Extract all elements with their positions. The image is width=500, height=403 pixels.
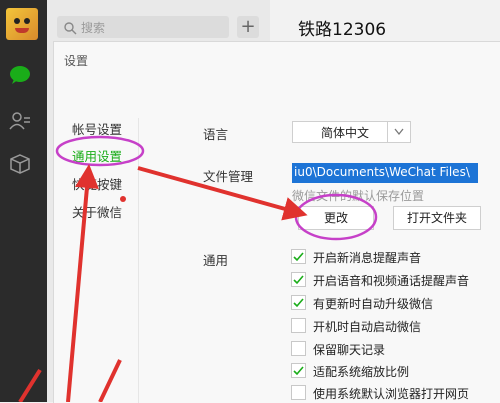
option-label: 有更新时自动升级微信 (313, 297, 434, 311)
nav-account-settings[interactable]: 帐号设置 (72, 119, 122, 138)
settings-window-title: 设置 (64, 54, 89, 68)
search-input[interactable]: 搜索 (57, 16, 229, 38)
language-select[interactable]: 简体中文 (292, 121, 411, 143)
box-icon[interactable] (9, 153, 31, 175)
option-label: 开启语音和视频通话提醒声音 (313, 274, 470, 288)
file-path-hint: 微信文件的默认保存位置 (292, 189, 425, 203)
checkbox[interactable] (291, 249, 306, 264)
general-label: 通用 (203, 253, 229, 268)
checkbox[interactable] (291, 363, 306, 378)
language-value: 简体中文 (321, 126, 370, 140)
chat-title: 铁路12306 (298, 20, 387, 40)
checkbox[interactable] (291, 318, 306, 333)
avatar-eye-left (14, 18, 20, 24)
file-path-field[interactable]: iu0\Documents\WeChat Files\ (292, 163, 478, 183)
option-label: 使用系统默认浏览器打开网页 (313, 387, 470, 401)
nav-divider (138, 118, 139, 403)
nav-about-wechat[interactable]: 关于微信 (72, 202, 122, 221)
language-label: 语言 (203, 127, 229, 142)
open-folder-button[interactable]: 打开文件夹 (393, 206, 481, 230)
file-management-label: 文件管理 (203, 169, 254, 184)
nav-shortcut-keys[interactable]: 快捷按键 (72, 174, 122, 193)
checkbox[interactable] (291, 295, 306, 310)
search-icon (63, 20, 77, 35)
avatar[interactable] (6, 8, 38, 40)
checkbox[interactable] (291, 272, 306, 287)
add-chat-button[interactable]: + (237, 16, 259, 38)
chevron-down-icon[interactable] (387, 122, 410, 142)
chat-icon[interactable] (9, 64, 31, 86)
checkbox[interactable] (291, 385, 306, 400)
avatar-mouth (15, 28, 29, 33)
change-button[interactable]: 更改 (298, 206, 374, 230)
option-label: 开启新消息提醒声音 (313, 251, 422, 265)
option-label: 保留聊天记录 (313, 343, 386, 357)
contacts-icon[interactable] (9, 110, 31, 132)
search-placeholder: 搜索 (81, 21, 106, 35)
option-label: 开机时自动启动微信 (313, 320, 422, 334)
file-path-value: iu0\Documents\WeChat Files\ (294, 165, 470, 179)
checkbox[interactable] (291, 341, 306, 356)
nav-general-settings[interactable]: 通用设置 (72, 146, 122, 165)
avatar-eye-right (24, 18, 30, 24)
app-sidebar (0, 0, 47, 402)
option-label: 适配系统缩放比例 (313, 365, 410, 379)
